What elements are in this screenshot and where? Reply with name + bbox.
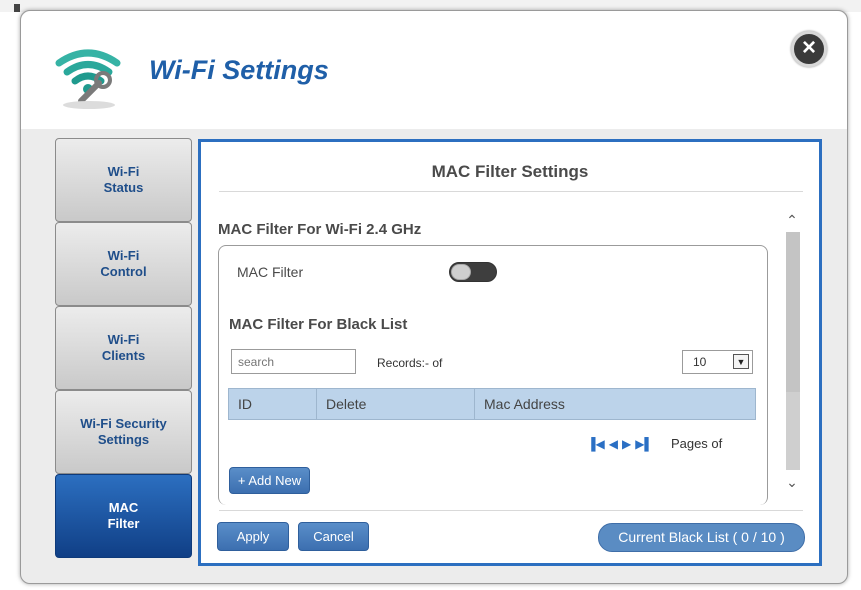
mac-filter-toggle[interactable] — [449, 262, 497, 282]
chevron-down-icon: ▼ — [733, 354, 749, 369]
records-count: Records:- of — [377, 356, 443, 370]
toggle-knob — [451, 264, 471, 280]
settings-sidebar: Wi-Fi Status Wi-Fi Control Wi-Fi Clients… — [55, 138, 192, 558]
mac-filter-panel: MAC Filter Settings MAC Filter For Wi-Fi… — [198, 139, 822, 566]
close-icon[interactable]: × — [791, 31, 827, 67]
dialog-title: Wi-Fi Settings — [149, 55, 329, 85]
prev-page-icon[interactable]: ◀ — [609, 437, 618, 451]
wifi-settings-dialog: Wi-Fi Settings × Wi-Fi Status Wi-Fi Cont… — [20, 10, 848, 584]
page-size-select[interactable]: 10 ▼ — [682, 350, 753, 374]
sidebar-item-label: Wi-Fi Clients — [101, 332, 146, 363]
page-size-value: 10 — [693, 355, 707, 369]
pages-label: Pages of — [670, 436, 723, 451]
column-header-id: ID — [229, 389, 317, 419]
apply-button[interactable]: Apply — [217, 522, 289, 551]
chevron-down-icon[interactable]: ⌄ — [784, 474, 800, 490]
sidebar-item-wifi-security-settings[interactable]: Wi-Fi Security Settings — [55, 390, 192, 474]
column-header-mac-address: Mac Address — [484, 396, 565, 412]
mac-filter-card: MAC Filter MAC Filter For Black List Rec… — [218, 245, 768, 505]
wifi-settings-logo-icon — [55, 49, 121, 109]
chevron-up-icon[interactable]: ⌃ — [784, 212, 800, 228]
first-page-icon[interactable]: ▐◀ — [587, 437, 605, 451]
sidebar-item-label: MAC Filter — [107, 500, 140, 531]
sidebar-item-label: Wi-Fi Status — [103, 164, 144, 195]
title-divider — [219, 191, 803, 192]
pagination: ▐◀ ◀ ▶ ▶▌ Pages of — [587, 436, 722, 451]
sidebar-item-label: Wi-Fi Control — [100, 248, 147, 279]
sidebar-item-wifi-control[interactable]: Wi-Fi Control — [55, 222, 192, 306]
blacklist-table-header: ID Delete Mac Address — [228, 388, 756, 420]
page-title: MAC Filter Settings — [431, 162, 589, 181]
dialog-header: Wi-Fi Settings × — [21, 11, 847, 129]
mac-filter-label: MAC Filter — [237, 264, 304, 280]
sidebar-item-mac-filter[interactable]: MAC Filter — [55, 474, 192, 558]
sidebar-item-wifi-status[interactable]: Wi-Fi Status — [55, 138, 192, 222]
search-input[interactable] — [231, 349, 356, 374]
column-header-delete: Delete — [317, 389, 475, 419]
sidebar-item-wifi-clients[interactable]: Wi-Fi Clients — [55, 306, 192, 390]
last-page-icon[interactable]: ▶▌ — [635, 437, 653, 451]
add-new-button[interactable]: + Add New — [229, 467, 310, 494]
content-scrollbar[interactable]: ⌃ ⌄ — [784, 212, 800, 498]
scroll-thumb[interactable] — [786, 232, 800, 392]
section-title-2-4ghz: MAC Filter For Wi-Fi 2.4 GHz — [218, 221, 422, 238]
next-page-icon[interactable]: ▶ — [622, 437, 631, 451]
blacklist-title: MAC Filter For Black List — [229, 316, 408, 333]
current-black-list-button[interactable]: Current Black List ( 0 / 10 ) — [598, 523, 805, 552]
footer-divider — [219, 510, 803, 511]
sidebar-item-label: Wi-Fi Security Settings — [80, 416, 167, 447]
cancel-button[interactable]: Cancel — [298, 522, 369, 551]
background-window-edge — [14, 4, 20, 12]
